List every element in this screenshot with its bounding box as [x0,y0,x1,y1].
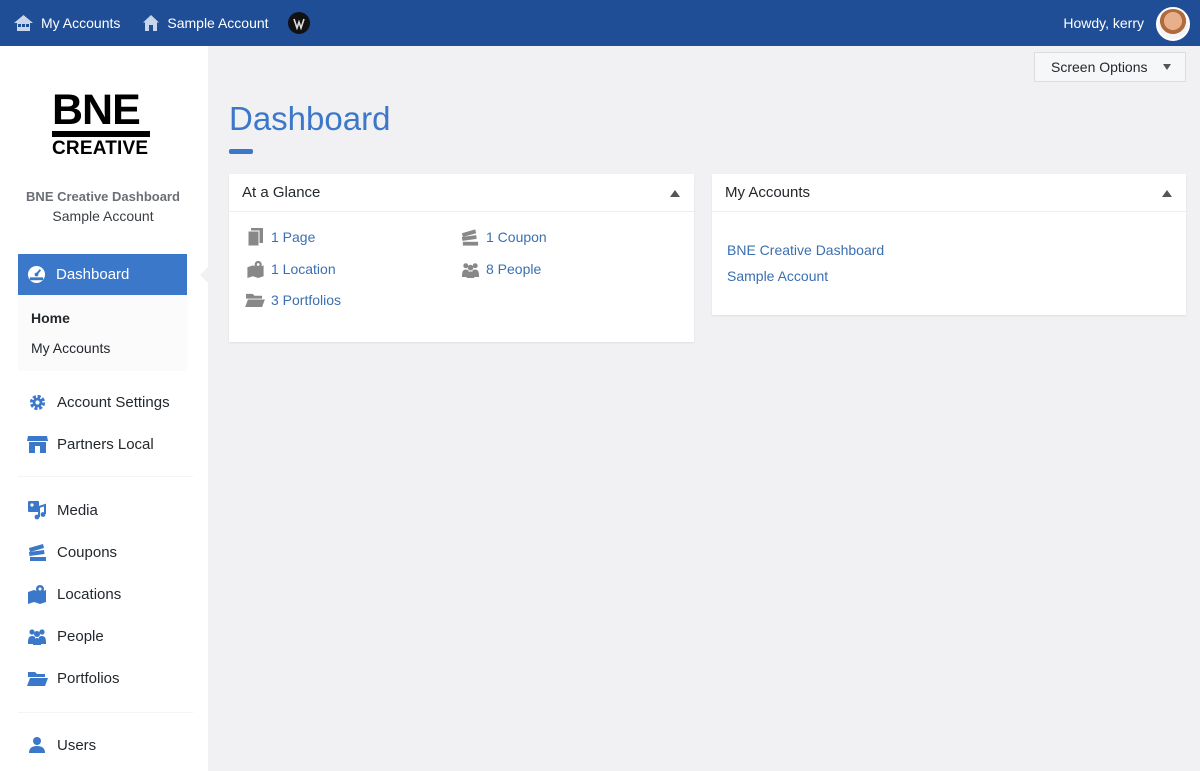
menu-item-label: Media [57,501,98,519]
menu-item-coupons[interactable]: Coupons [26,540,117,564]
current-menu-arrow [200,267,208,283]
site-name-menu[interactable]: Sample Account [129,0,277,46]
site-subtitle: Sample Account [52,208,154,224]
menu-item-dashboard-label: Dashboard [56,266,130,283]
glance-item-label: 1 Location [271,261,336,277]
collapse-toggle-icon[interactable] [1162,190,1172,197]
menu-separator [18,712,193,713]
home-icon [143,15,160,31]
folder-icon [245,291,265,309]
glance-item-coupons[interactable]: 1 Coupon [460,228,547,246]
my-accounts-panel: My Accounts BNE Creative Dashboard Sampl… [712,174,1186,315]
glance-item-label: 1 Coupon [486,229,547,245]
glance-item-label: 3 Portfolios [271,292,342,308]
site-logo-icon[interactable] [287,12,310,34]
menu-item-media[interactable]: Media [26,498,98,522]
screen-options-label: Screen Options [1051,59,1148,75]
screen-options-button[interactable]: Screen Options [1034,52,1186,82]
menu-item-locations[interactable]: Locations [26,582,121,606]
panel-title: At a Glance [242,184,321,201]
account-link[interactable]: BNE Creative Dashboard [727,242,884,258]
menu-item-label: Users [57,736,97,754]
caret-down-icon [1163,64,1171,70]
user-greeting[interactable]: Howdy, kerry [1063,0,1144,46]
panel-title: My Accounts [725,184,811,201]
submenu-item-my-accounts[interactable]: My Accounts [31,340,110,356]
bne-creative-logo: BNE CREATIVE [52,86,150,159]
logo-line-2: CREATIVE [52,138,149,159]
menu-item-account-settings[interactable]: Account Settings [26,390,170,414]
menu-item-dashboard[interactable]: Dashboard [18,254,187,295]
dashboard-icon [27,265,46,284]
menu-item-label: People [57,627,104,645]
people-icon [460,260,480,278]
page-title: Dashboard [229,100,391,137]
user-avatar[interactable] [1156,7,1190,41]
my-accounts-label: My Accounts [41,15,121,31]
glance-item-locations[interactable]: 1 Location [245,260,336,278]
site-title: BNE Creative Dashboard [26,189,180,204]
admin-bar: My Accounts Sample Account Howdy, kerry [0,0,1200,46]
page-icon [245,228,265,246]
collapse-toggle-icon[interactable] [670,190,680,197]
menu-item-portfolios[interactable]: Portfolios [26,666,120,690]
coupon-icon [460,228,480,246]
menu-item-people[interactable]: People [26,624,104,648]
at-a-glance-panel: At a Glance 1 Page 1 Coupon 1 Location 8… [229,174,694,342]
glance-item-label: 8 People [486,261,542,277]
admin-sidebar: BNE CREATIVE BNE Creative Dashboard Samp… [0,46,208,771]
menu-item-users[interactable]: Users [26,733,96,757]
folder-icon [26,667,48,689]
map-pin-icon [26,583,48,605]
site-name-label: Sample Account [167,15,269,31]
map-pin-icon [245,260,265,278]
storefront-icon [26,433,48,455]
network-icon [14,15,33,31]
panel-header[interactable]: My Accounts [712,174,1186,212]
account-link[interactable]: Sample Account [727,268,828,284]
menu-item-label: Account Settings [57,393,170,411]
menu-item-label: Coupons [57,543,118,561]
panel-header[interactable]: At a Glance [229,174,694,212]
media-icon [26,499,48,521]
menu-item-label: Partners Local [57,435,154,453]
menu-item-label: Portfolios [57,669,120,687]
gear-icon [26,391,48,413]
menu-separator [18,476,193,477]
glance-item-pages[interactable]: 1 Page [245,228,315,246]
glance-item-label: 1 Page [271,229,316,245]
menu-item-label: Locations [57,585,122,603]
glance-item-people[interactable]: 8 People [460,260,541,278]
glance-item-portfolios[interactable]: 3 Portfolios [245,291,341,309]
title-underline [229,149,253,154]
my-accounts-menu[interactable]: My Accounts [0,0,129,46]
submenu-item-home[interactable]: Home [31,310,70,326]
dashboard-submenu: Home My Accounts [18,295,187,371]
coupon-icon [26,541,48,563]
people-icon [26,625,48,647]
user-icon [26,734,48,756]
logo-line-1: BNE [52,86,141,134]
menu-item-partners-local[interactable]: Partners Local [26,432,154,456]
